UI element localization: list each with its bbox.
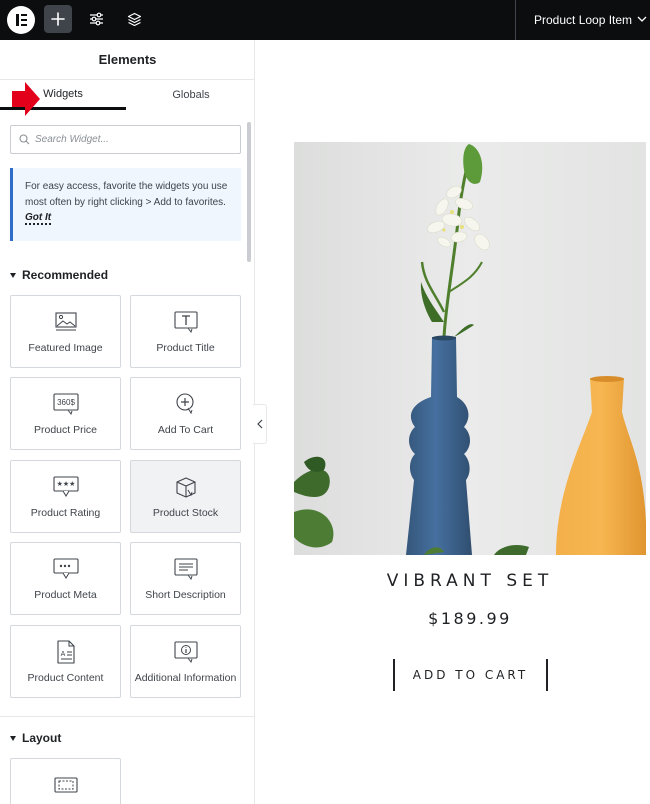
additional-information-icon	[173, 641, 198, 663]
top-bar: Product Loop Item	[0, 0, 650, 40]
widget-add-to-cart[interactable]: Add To Cart	[130, 377, 241, 450]
vases-photo	[294, 142, 646, 555]
product-image	[294, 142, 646, 555]
widget-product-title[interactable]: Product Title	[130, 295, 241, 368]
sliders-icon	[89, 12, 103, 26]
elements-panel: Elements Widgets Globals For easy access…	[0, 40, 255, 804]
widget-label: Additional Information	[134, 672, 237, 684]
product-stock-icon	[175, 477, 196, 498]
product-price: $189.99	[428, 609, 512, 628]
panel-title: Elements	[0, 40, 254, 80]
caret-down-icon	[10, 272, 16, 278]
plus-icon	[51, 12, 65, 26]
widget-label: Product Stock	[152, 507, 219, 519]
section-divider	[0, 716, 254, 717]
search-input[interactable]	[35, 132, 235, 147]
caret-down-icon	[10, 735, 16, 741]
widget-label: Short Description	[145, 589, 226, 601]
section-recommended-header[interactable]: Recommended	[10, 268, 108, 282]
widget-product-stock[interactable]: Product Stock	[130, 460, 241, 533]
widget-product-meta[interactable]: Product Meta	[10, 542, 121, 615]
add-to-cart-icon	[175, 393, 194, 415]
widget-label: Featured Image	[28, 342, 103, 354]
notice-text: For easy access, favorite the widgets yo…	[25, 181, 228, 208]
widget-label: Product Content	[27, 672, 104, 684]
chevron-left-icon	[256, 419, 262, 429]
add-element-button[interactable]	[44, 5, 72, 33]
widget-product-rating[interactable]: ★★★ Product Rating	[10, 460, 121, 533]
red-arrow-icon	[12, 82, 40, 116]
product-title-icon	[173, 311, 198, 333]
short-description-icon	[173, 558, 198, 580]
context-menu-button[interactable]: Product Loop Item	[515, 0, 650, 40]
widget-label: Add To Cart	[157, 424, 214, 436]
got-it-link[interactable]: Got It	[25, 212, 52, 225]
elementor-logo-icon[interactable]	[7, 6, 35, 34]
widget-label: Product Rating	[30, 507, 101, 519]
widget-product-price[interactable]: 360$ Product Price	[10, 377, 121, 450]
section-title: Recommended	[22, 268, 109, 282]
widget-additional-information[interactable]: Additional Information	[130, 625, 241, 698]
structure-button[interactable]	[120, 5, 148, 33]
svg-text:★★★: ★★★	[56, 480, 75, 488]
widget-label: Product Meta	[34, 589, 97, 601]
svg-text:360$: 360$	[57, 398, 75, 407]
section-title: Layout	[22, 731, 62, 745]
widget-container[interactable]	[10, 758, 121, 804]
widget-short-description[interactable]: Short Description	[130, 542, 241, 615]
product-content-icon: A	[56, 640, 75, 664]
widget-featured-image[interactable]: Featured Image	[10, 295, 121, 368]
search-icon	[19, 134, 30, 145]
product-rating-icon: ★★★	[52, 476, 79, 497]
site-settings-button[interactable]	[82, 5, 110, 33]
context-title: Product Loop Item	[534, 13, 633, 27]
add-to-cart-button[interactable]: ADD TO CART	[393, 659, 548, 691]
search-field	[10, 125, 241, 154]
product-price-icon: 360$	[52, 393, 79, 415]
product-name[interactable]: VIBRANT SET	[294, 571, 646, 591]
product-meta-icon	[52, 558, 79, 579]
section-layout-header[interactable]: Layout	[10, 731, 61, 745]
layers-icon	[127, 12, 141, 26]
widget-label: Product Price	[33, 424, 98, 436]
chevron-down-icon	[637, 16, 647, 22]
favorites-notice: For easy access, favorite the widgets yo…	[10, 168, 241, 241]
collapse-panel-button[interactable]	[253, 404, 267, 444]
svg-text:A: A	[60, 651, 65, 658]
tab-globals[interactable]: Globals	[128, 80, 254, 110]
panel-scrollbar[interactable]	[247, 122, 251, 262]
widget-label: Product Title	[156, 342, 215, 354]
featured-image-icon	[54, 312, 77, 331]
container-icon	[53, 777, 78, 793]
widget-product-content[interactable]: A Product Content	[10, 625, 121, 698]
